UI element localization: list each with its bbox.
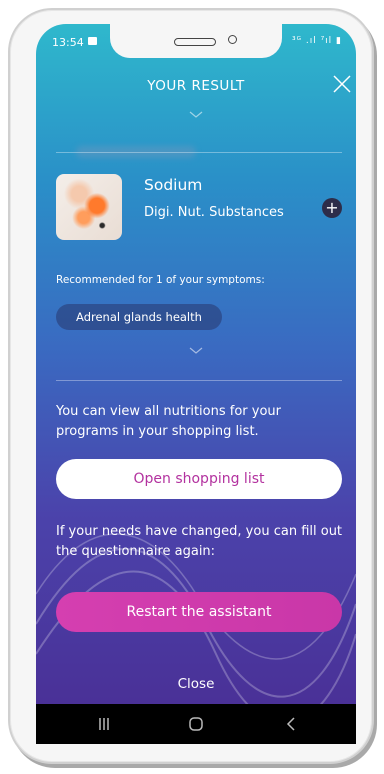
symptom-chip[interactable]: Adrenal glands health bbox=[56, 304, 222, 330]
camera-notch bbox=[110, 24, 282, 58]
chevron-down-icon[interactable] bbox=[188, 346, 204, 356]
status-time: 13:54 bbox=[52, 36, 84, 49]
divider bbox=[56, 380, 342, 381]
divider bbox=[56, 152, 342, 153]
android-nav-bar bbox=[36, 704, 356, 744]
product-category: Digi. Nut. Substances bbox=[144, 205, 284, 220]
recommendation-text: Recommended for 1 of your symptoms: bbox=[56, 274, 265, 286]
questionnaire-info-text: If your needs have changed, you can fill… bbox=[56, 524, 343, 559]
recent-apps-icon[interactable] bbox=[94, 714, 114, 734]
speaker-icon bbox=[174, 38, 216, 46]
chevron-down-icon[interactable] bbox=[188, 110, 204, 120]
gallery-notification-icon bbox=[88, 37, 97, 45]
app-screen: 13:54 ³ᴳ .ıl ⁷ıl ▮ YOUR RESULT Sodium Di… bbox=[36, 24, 356, 744]
shopping-info-text: You can view all nutritions for your pro… bbox=[56, 404, 281, 439]
page-title: YOUR RESULT bbox=[147, 78, 245, 94]
back-icon[interactable] bbox=[282, 714, 302, 734]
open-shopping-list-button[interactable]: Open shopping list bbox=[56, 459, 342, 499]
close-button[interactable]: Close bbox=[36, 676, 356, 692]
close-icon[interactable] bbox=[332, 74, 352, 94]
camera-icon bbox=[228, 35, 237, 44]
signal-battery-icons: ³ᴳ .ıl ⁷ıl ▮ bbox=[291, 36, 342, 46]
plus-circle-icon[interactable]: + bbox=[322, 198, 342, 218]
product-image bbox=[56, 174, 122, 240]
product-name: Sodium bbox=[144, 176, 203, 194]
home-icon[interactable] bbox=[186, 714, 206, 734]
restart-assistant-button[interactable]: Restart the assistant bbox=[56, 592, 342, 632]
